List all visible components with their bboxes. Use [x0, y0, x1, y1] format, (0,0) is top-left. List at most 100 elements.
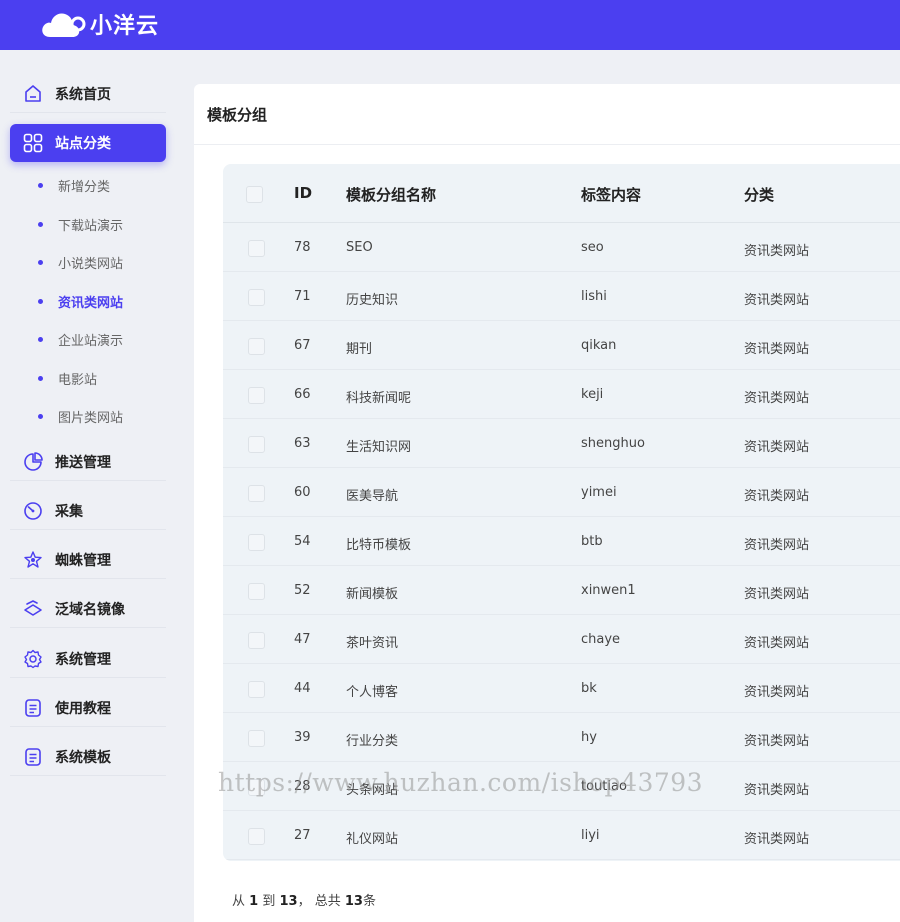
- sidebar-item-spider[interactable]: 蜘蛛管理: [10, 541, 166, 579]
- cell-tag: qikan: [581, 338, 617, 353]
- cell-name: SEO: [346, 240, 373, 255]
- cell-id: 60: [294, 485, 311, 500]
- subitem-download-demo[interactable]: 下载站演示: [38, 205, 123, 243]
- cell-name: 行业分类: [346, 734, 399, 749]
- cell-tag: bk: [581, 681, 597, 696]
- select-all-checkbox[interactable]: [246, 186, 263, 203]
- row-checkbox[interactable]: [248, 289, 265, 306]
- cell-tag: shenghuo: [581, 436, 645, 451]
- pie-chart-icon: [22, 451, 44, 473]
- subitem-image-sites[interactable]: 图片类网站: [38, 397, 123, 435]
- row-checkbox[interactable]: [248, 681, 265, 698]
- cell-id: 63: [294, 436, 311, 451]
- logo[interactable]: 小洋云: [40, 6, 159, 42]
- subitem-movie-sites[interactable]: 电影站: [38, 359, 97, 397]
- cell-category: 资讯类网站: [744, 783, 810, 798]
- subitem-label: 小说类网站: [58, 256, 124, 272]
- cell-category: 资讯类网站: [744, 685, 810, 700]
- cell-id: 28: [294, 779, 311, 794]
- document-icon: [22, 697, 44, 719]
- table-row[interactable]: 27 礼仪网站 liyi 资讯类网站: [223, 811, 900, 860]
- row-checkbox[interactable]: [248, 632, 265, 649]
- cell-category: 资讯类网站: [744, 587, 810, 602]
- subitem-news-sites[interactable]: 资讯类网站: [38, 282, 123, 320]
- sidebar-item-collect[interactable]: 采集: [10, 492, 166, 530]
- row-checkbox[interactable]: [248, 583, 265, 600]
- sidebar-item-system[interactable]: 系统管理: [10, 640, 166, 678]
- gauge-icon: [22, 500, 44, 522]
- subitem-label: 电影站: [58, 372, 98, 388]
- cell-category: 资讯类网站: [744, 440, 810, 455]
- row-checkbox[interactable]: [248, 779, 265, 796]
- bullet-icon: [38, 413, 43, 419]
- cell-id: 47: [294, 632, 311, 647]
- cell-tag: chaye: [581, 632, 621, 647]
- table-row[interactable]: 54 比特币模板 btb 资讯类网站: [223, 517, 900, 566]
- cell-category: 资讯类网站: [744, 293, 810, 308]
- bullet-icon: [38, 298, 43, 304]
- row-checkbox[interactable]: [248, 485, 265, 502]
- table-row[interactable]: 78 SEO seo 资讯类网站: [223, 223, 900, 272]
- sidebar-item-label: 系统模板: [55, 749, 111, 766]
- template-group-table: ID 模板分组名称 标签内容 分类 78 SEO seo 资讯类网站 71 历史知识 lis…: [223, 164, 900, 861]
- row-checkbox[interactable]: [248, 436, 265, 453]
- table-row[interactable]: 71 历史知识 lishi 资讯类网站: [223, 272, 900, 321]
- table-row[interactable]: 47 茶叶资讯 chaye 资讯类网站: [223, 615, 900, 664]
- column-header-id[interactable]: ID: [294, 184, 312, 202]
- cell-id: 78: [294, 240, 311, 255]
- sidebar-item-label: 采集: [55, 503, 83, 520]
- row-checkbox[interactable]: [248, 534, 265, 551]
- table-row[interactable]: 28 头条网站 toutiao 资讯类网站: [223, 762, 900, 811]
- table-header: ID 模板分组名称 标签内容 分类: [223, 164, 900, 223]
- cell-tag: liyi: [581, 828, 600, 843]
- column-header-category[interactable]: 分类: [744, 184, 774, 205]
- cell-name: 礼仪网站: [346, 832, 399, 847]
- cell-name: 期刊: [346, 342, 373, 357]
- cell-name: 历史知识: [346, 293, 399, 308]
- subitem-new-category[interactable]: 新增分类: [38, 166, 110, 204]
- table-row[interactable]: 67 期刊 qikan 资讯类网站: [223, 321, 900, 370]
- cell-tag: lishi: [581, 289, 607, 304]
- sidebar-item-site-category[interactable]: 站点分类: [10, 124, 166, 162]
- pagination-summary: 从 1 到 13， 总共 13条: [232, 890, 376, 909]
- table-row[interactable]: 63 生活知识网 shenghuo 资讯类网站: [223, 419, 900, 468]
- cell-category: 资讯类网站: [744, 538, 810, 553]
- subitem-label: 新增分类: [58, 179, 111, 195]
- subitem-novel-sites[interactable]: 小说类网站: [38, 243, 123, 281]
- sidebar-item-home[interactable]: 系统首页: [10, 75, 166, 113]
- row-checkbox[interactable]: [248, 338, 265, 355]
- row-checkbox[interactable]: [248, 240, 265, 257]
- layers-icon: [22, 598, 44, 620]
- sidebar-item-label: 泛域名镜像: [55, 601, 125, 618]
- cell-id: 27: [294, 828, 311, 843]
- row-checkbox[interactable]: [248, 730, 265, 747]
- bullet-icon: [38, 259, 43, 265]
- cell-tag: yimei: [581, 485, 617, 500]
- column-header-tag[interactable]: 标签内容: [581, 184, 641, 205]
- sidebar-item-label: 推送管理: [55, 454, 111, 471]
- cloud-logo-icon: [42, 13, 86, 37]
- column-header-name[interactable]: 模板分组名称: [346, 184, 436, 205]
- sidebar: 系统首页 站点分类 新增分类 下载站演示 小说类网站 资讯类网站 企业站演示 电…: [0, 50, 194, 922]
- table-row[interactable]: 39 行业分类 hy 资讯类网站: [223, 713, 900, 762]
- pager-to-word: 到: [262, 894, 276, 909]
- table-row[interactable]: 66 科技新闻呢 keji 资讯类网站: [223, 370, 900, 419]
- cell-tag: toutiao: [581, 779, 627, 794]
- table-row[interactable]: 52 新闻模板 xinwen1 资讯类网站: [223, 566, 900, 615]
- sidebar-item-mirror[interactable]: 泛域名镜像: [10, 590, 166, 628]
- cell-tag: hy: [581, 730, 597, 745]
- pager-mid: ， 总共: [297, 894, 341, 909]
- cell-name: 医美导航: [346, 489, 399, 504]
- sidebar-item-tutorial[interactable]: 使用教程: [10, 689, 166, 727]
- subitem-enterprise-demo[interactable]: 企业站演示: [38, 320, 123, 358]
- sidebar-item-push[interactable]: 推送管理: [10, 443, 166, 481]
- cell-name: 比特币模板: [346, 538, 412, 553]
- table-row[interactable]: 60 医美导航 yimei 资讯类网站: [223, 468, 900, 517]
- bullet-icon: [38, 375, 43, 381]
- table-row[interactable]: 44 个人博客 bk 资讯类网站: [223, 664, 900, 713]
- sidebar-item-templates[interactable]: 系统模板: [10, 738, 166, 776]
- cell-name: 生活知识网: [346, 440, 412, 455]
- cell-id: 66: [294, 387, 311, 402]
- row-checkbox[interactable]: [248, 387, 265, 404]
- row-checkbox[interactable]: [248, 828, 265, 845]
